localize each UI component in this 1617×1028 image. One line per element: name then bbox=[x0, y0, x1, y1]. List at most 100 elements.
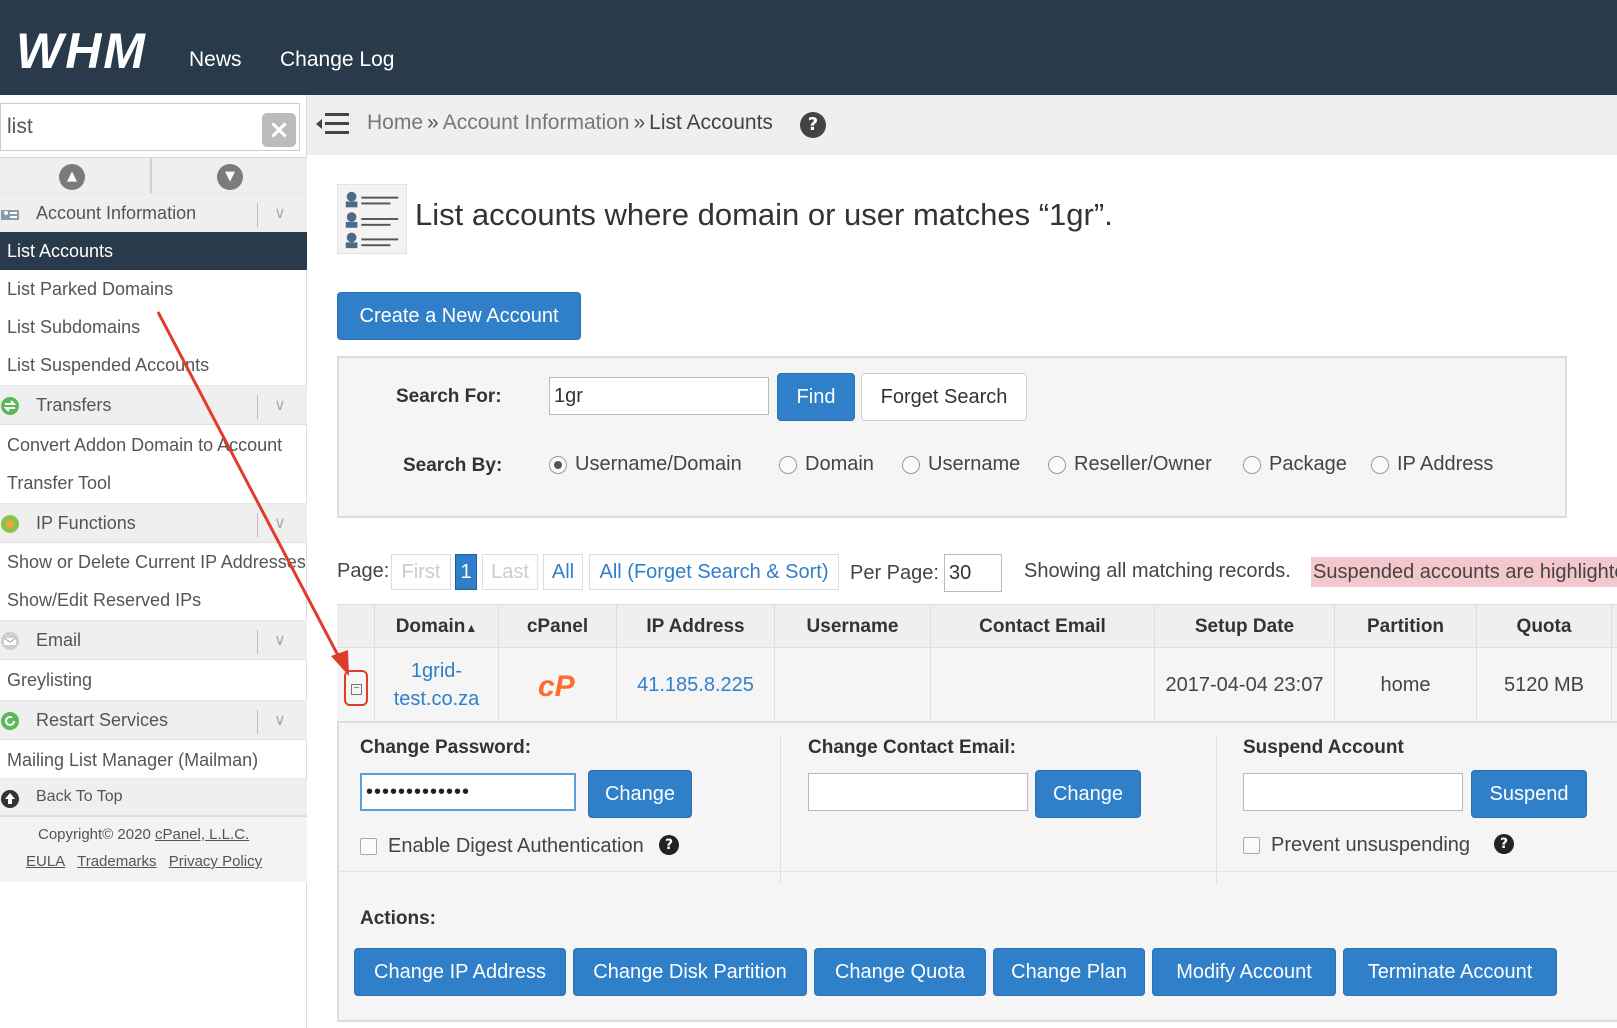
change-password-button[interactable]: Change bbox=[588, 770, 692, 818]
page-current[interactable]: 1 bbox=[455, 554, 477, 590]
sidebar-category-transfers[interactable]: Transfers ∨ bbox=[0, 385, 307, 425]
radio-username[interactable] bbox=[902, 456, 920, 474]
per-page-input[interactable] bbox=[944, 554, 1002, 592]
change-plan-button[interactable]: Change Plan bbox=[993, 948, 1145, 996]
close-icon[interactable]: × bbox=[262, 113, 296, 147]
header-ip-address[interactable]: IP Address bbox=[617, 605, 775, 649]
sidebar-item-reserved-ips[interactable]: Show/Edit Reserved IPs bbox=[0, 581, 307, 619]
collapse-row-icon[interactable]: − bbox=[344, 670, 368, 706]
back-to-top[interactable]: Back To Top bbox=[0, 778, 307, 816]
eula-link[interactable]: EULA bbox=[26, 853, 65, 870]
header-domain[interactable]: Domain▲ bbox=[375, 605, 499, 649]
page-all[interactable]: All bbox=[543, 554, 583, 590]
cell-ip: 41.185.8.225 bbox=[617, 648, 775, 722]
sidebar-collapse-bar: ▲ ▼ bbox=[0, 157, 307, 196]
email-icon bbox=[1, 632, 19, 650]
sidebar-item-greylisting[interactable]: Greylisting bbox=[0, 661, 307, 699]
whm-logo[interactable]: WHM bbox=[14, 24, 164, 76]
digest-auth-checkbox[interactable] bbox=[360, 838, 377, 855]
search-input[interactable] bbox=[549, 377, 769, 415]
password-input[interactable] bbox=[360, 773, 576, 811]
change-quota-button[interactable]: Change Quota bbox=[814, 948, 986, 996]
breadcrumb-section[interactable]: Account Information bbox=[443, 111, 630, 134]
header-username[interactable]: Username bbox=[775, 605, 931, 649]
account-details-panel: Change Password: Change Enable Digest Au… bbox=[337, 722, 1617, 1022]
nav-change-log[interactable]: Change Log bbox=[280, 48, 394, 72]
suspend-reason-input[interactable] bbox=[1243, 773, 1463, 811]
terminate-account-button[interactable]: Terminate Account bbox=[1343, 948, 1557, 996]
radio-ip-address[interactable] bbox=[1371, 456, 1389, 474]
domain-link[interactable]: test.co.za bbox=[394, 685, 480, 713]
nav-news[interactable]: News bbox=[189, 48, 242, 72]
cell-quota: 5120 MB bbox=[1477, 648, 1612, 722]
sidebar-item-list-subdomains[interactable]: List Subdomains bbox=[0, 308, 307, 346]
header-partition[interactable]: Partition bbox=[1335, 605, 1477, 649]
domain-link[interactable]: 1grid- bbox=[411, 657, 462, 685]
page-all-forget[interactable]: All (Forget Search & Sort) bbox=[589, 554, 839, 590]
sidebar-item-convert-addon-domain[interactable]: Convert Addon Domain to Account bbox=[0, 426, 307, 464]
chevron-down-icon[interactable]: ∨ bbox=[274, 630, 286, 649]
help-icon[interactable]: ? bbox=[800, 112, 826, 138]
table-header: Domain▲ cPanel IP Address Username Conta… bbox=[337, 604, 1617, 649]
category-label: Transfers bbox=[36, 395, 112, 415]
modify-account-button[interactable]: Modify Account bbox=[1152, 948, 1336, 996]
chevron-down-icon[interactable]: ∨ bbox=[274, 513, 286, 532]
breadcrumb-bar: Home» Account Information» List Accounts ? bbox=[307, 95, 1617, 155]
header-cpanel[interactable]: cPanel bbox=[499, 605, 617, 649]
radio-username-domain[interactable] bbox=[549, 456, 567, 474]
search-by-label: Search By: bbox=[403, 455, 503, 476]
header-quota[interactable]: Quota bbox=[1477, 605, 1612, 649]
sidebar-item-list-parked-domains[interactable]: List Parked Domains bbox=[0, 270, 307, 308]
cell-setup-date: 2017-04-04 23:07 bbox=[1155, 648, 1335, 722]
create-account-button[interactable]: Create a New Account bbox=[337, 292, 581, 340]
menu-toggle-icon[interactable] bbox=[315, 111, 349, 137]
radio-label: Domain bbox=[805, 453, 874, 475]
header-contact-email[interactable]: Contact Email bbox=[931, 605, 1155, 649]
category-divider bbox=[257, 395, 258, 419]
expand-all-icon[interactable]: ▼ bbox=[217, 164, 243, 190]
sidebar-item-list-suspended-accounts[interactable]: List Suspended Accounts bbox=[0, 346, 307, 384]
sidebar-category-ip-functions[interactable]: IP Functions ∨ bbox=[0, 503, 307, 543]
cell-domain: 1grid- test.co.za bbox=[375, 648, 499, 722]
sidebar-category-restart-services[interactable]: Restart Services ∨ bbox=[0, 700, 307, 740]
change-disk-partition-button[interactable]: Change Disk Partition bbox=[573, 948, 807, 996]
radio-reseller-owner[interactable] bbox=[1048, 456, 1066, 474]
help-icon[interactable]: ? bbox=[1494, 834, 1514, 854]
contact-email-input[interactable] bbox=[808, 773, 1028, 811]
change-email-button[interactable]: Change bbox=[1035, 770, 1141, 818]
privacy-policy-link[interactable]: Privacy Policy bbox=[169, 853, 262, 870]
radio-label: IP Address bbox=[1397, 453, 1494, 475]
header-setup-date[interactable]: Setup Date bbox=[1155, 605, 1335, 649]
sidebar-category-account-information[interactable]: Account Information ∨ bbox=[0, 193, 307, 233]
trademarks-link[interactable]: Trademarks bbox=[77, 853, 156, 870]
ip-link[interactable]: 41.185.8.225 bbox=[637, 674, 754, 697]
breadcrumb-home[interactable]: Home bbox=[367, 111, 423, 134]
arrow-up-icon bbox=[1, 790, 19, 808]
prevent-unsuspend-checkbox[interactable] bbox=[1243, 837, 1260, 854]
help-icon[interactable]: ? bbox=[659, 835, 679, 855]
cpanel-logo-icon[interactable]: cP bbox=[536, 669, 580, 701]
transfers-icon bbox=[1, 397, 19, 415]
sidebar-category-email[interactable]: Email ∨ bbox=[0, 620, 307, 660]
category-label: Account Information bbox=[36, 203, 197, 223]
sidebar-search-input[interactable] bbox=[1, 104, 253, 150]
sidebar-item-list-accounts[interactable]: List Accounts bbox=[0, 232, 307, 270]
radio-package[interactable] bbox=[1243, 456, 1261, 474]
top-header: WHM News Change Log bbox=[0, 0, 1617, 95]
find-button[interactable]: Find bbox=[777, 373, 855, 421]
sidebar-item-show-delete-ip[interactable]: Show or Delete Current IP Addresses bbox=[0, 543, 307, 581]
chevron-down-icon[interactable]: ∨ bbox=[274, 395, 286, 414]
page-title: List accounts where domain or user match… bbox=[415, 197, 1113, 232]
forget-search-button[interactable]: Forget Search bbox=[861, 373, 1027, 421]
suspend-button[interactable]: Suspend bbox=[1471, 770, 1587, 818]
chevron-down-icon[interactable]: ∨ bbox=[274, 203, 286, 222]
sidebar-item-mailman[interactable]: Mailing List Manager (Mailman) bbox=[0, 741, 307, 779]
chevron-down-icon[interactable]: ∨ bbox=[274, 710, 286, 729]
company-link[interactable]: cPanel, L.L.C. bbox=[155, 826, 249, 843]
sidebar-item-transfer-tool[interactable]: Transfer Tool bbox=[0, 464, 307, 502]
collapse-all-icon[interactable]: ▲ bbox=[59, 164, 85, 190]
back-to-top-label: Back To Top bbox=[36, 788, 123, 805]
sort-asc-icon: ▲ bbox=[465, 621, 478, 635]
change-ip-button[interactable]: Change IP Address bbox=[354, 948, 566, 996]
radio-domain[interactable] bbox=[779, 456, 797, 474]
